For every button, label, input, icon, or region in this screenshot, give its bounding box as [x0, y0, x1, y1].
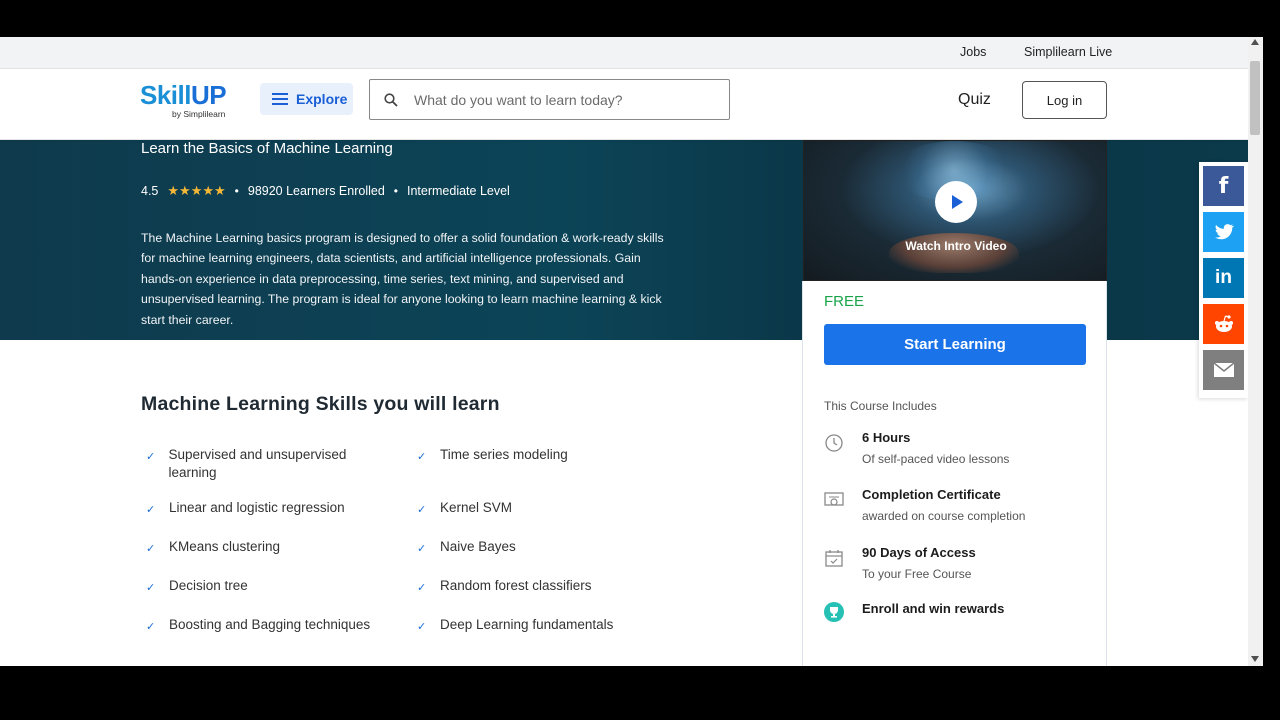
quiz-link[interactable]: Quiz	[958, 91, 991, 109]
skill-item: ✓ KMeans clustering	[146, 538, 280, 558]
skill-label: Naive Bayes	[440, 539, 516, 554]
trophy-icon	[824, 602, 844, 622]
check-icon: ✓	[417, 504, 427, 516]
page-scrollbar[interactable]	[1248, 37, 1263, 666]
include-item: Completion Certificate awarded on course …	[824, 487, 1025, 523]
calendar-icon	[825, 550, 843, 567]
include-title: 6 Hours	[862, 430, 911, 445]
skill-label: Boosting and Bagging techniques	[169, 617, 371, 632]
course-meta: 4.5 ★★★★★ • 98920 Learners Enrolled • In…	[141, 183, 510, 199]
course-description: The Machine Learning basics program is d…	[141, 231, 664, 327]
browser-viewport: Jobs Simplilearn Live SkillUP by Simplil…	[0, 37, 1248, 666]
check-icon: ✓	[417, 621, 427, 633]
skill-label: Kernel SVM	[440, 500, 513, 515]
check-icon: ✓	[417, 451, 427, 463]
skill-item: ✓ Time series modeling	[417, 446, 568, 466]
price-label: FREE	[824, 293, 865, 310]
login-button[interactable]: Log in	[1022, 81, 1107, 119]
logo-subtitle: by Simplilearn	[172, 109, 226, 119]
skill-item: ✓ Deep Learning fundamentals	[417, 616, 613, 636]
facebook-icon: f	[1218, 173, 1229, 199]
linkedin-share-button[interactable]: in	[1203, 258, 1244, 298]
include-title: 90 Days of Access	[862, 545, 976, 560]
scrollbar-thumb[interactable]	[1250, 61, 1260, 135]
learners-count: 98920 Learners Enrolled	[247, 184, 385, 198]
social-share-bar: f in	[1199, 162, 1248, 398]
scroll-up-arrow-icon[interactable]	[1251, 39, 1259, 45]
skill-item: ✓ Supervised and unsupervised learning	[146, 446, 386, 482]
email-share-button[interactable]	[1203, 350, 1244, 390]
rating-stars-icon: ★★★★★	[167, 183, 226, 198]
include-item: 90 Days of Access To your Free Course	[824, 545, 976, 581]
skill-label: Linear and logistic regression	[169, 500, 345, 515]
reddit-icon	[1214, 315, 1233, 332]
check-icon: ✓	[146, 543, 156, 555]
skill-item: ✓ Kernel SVM	[417, 499, 512, 519]
search-box[interactable]	[369, 79, 730, 120]
linkedin-icon: in	[1215, 267, 1232, 288]
include-subtitle: Of self-paced video lessons	[862, 452, 1010, 466]
include-subtitle: To your Free Course	[862, 567, 972, 581]
check-icon: ✓	[146, 582, 156, 594]
twitter-share-button[interactable]	[1203, 212, 1244, 252]
skillup-logo[interactable]: SkillUP by Simplilearn	[140, 80, 227, 119]
facebook-share-button[interactable]: f	[1203, 166, 1244, 206]
separator-dot: •	[393, 184, 398, 198]
explore-button[interactable]: Explore	[260, 83, 353, 115]
check-icon: ✓	[417, 582, 427, 594]
hamburger-menu-icon	[272, 93, 288, 105]
play-icon[interactable]	[935, 181, 977, 223]
include-subtitle: awarded on course completion	[862, 509, 1026, 523]
watch-intro-label: Watch Intro Video	[905, 239, 1007, 253]
search-icon	[384, 92, 398, 107]
logo-brand-text: Skill	[140, 80, 191, 110]
rating-value: 4.5	[141, 184, 159, 198]
search-input[interactable]	[414, 91, 714, 108]
explore-label: Explore	[296, 91, 348, 107]
skill-label: Decision tree	[169, 578, 248, 593]
skill-item: ✓ Linear and logistic regression	[146, 499, 345, 519]
start-learning-button[interactable]: Start Learning	[824, 324, 1086, 365]
skill-label: Supervised and unsupervised learning	[168, 447, 347, 480]
include-title: Enroll and win rewards	[862, 601, 1005, 616]
reddit-share-button[interactable]	[1203, 304, 1244, 344]
clock-icon	[825, 434, 843, 452]
skill-label: Time series modeling	[440, 447, 568, 462]
scroll-down-arrow-icon[interactable]	[1251, 656, 1259, 662]
includes-heading: This Course Includes	[824, 399, 937, 413]
include-title: Completion Certificate	[862, 487, 1001, 502]
logo-up-text: UP	[190, 80, 227, 110]
check-icon: ✓	[417, 543, 427, 555]
skill-label: KMeans clustering	[169, 539, 281, 554]
skill-item: ✓ Decision tree	[146, 577, 248, 597]
check-icon: ✓	[146, 504, 156, 516]
course-level: Intermediate Level	[406, 184, 510, 198]
skill-item: ✓ Boosting and Bagging techniques	[146, 616, 370, 636]
email-icon	[1213, 363, 1234, 377]
check-icon: ✓	[146, 451, 156, 463]
skill-label: Random forest classifiers	[440, 578, 592, 593]
main-header: SkillUP by Simplilearn Explore Quiz Log …	[0, 69, 1248, 140]
separator-dot: •	[234, 184, 239, 198]
include-item: Enroll and win rewards	[824, 599, 1004, 622]
intro-video-thumbnail[interactable]: Watch Intro Video	[803, 140, 1107, 281]
course-tagline: Learn the Basics of Machine Learning	[141, 140, 393, 157]
skill-label: Deep Learning fundamentals	[440, 617, 614, 632]
twitter-icon	[1214, 223, 1234, 239]
jobs-link[interactable]: Jobs	[960, 45, 986, 59]
skill-item: ✓ Random forest classifiers	[417, 577, 592, 597]
skill-item: ✓ Naive Bayes	[417, 538, 516, 558]
check-icon: ✓	[146, 621, 156, 633]
simplilearn-live-link[interactable]: Simplilearn Live	[1024, 45, 1112, 59]
certificate-icon	[824, 492, 844, 506]
include-item: 6 Hours Of self-paced video lessons	[824, 430, 1009, 466]
skills-heading: Machine Learning Skills you will learn	[141, 393, 500, 415]
top-utility-bar: Jobs Simplilearn Live	[0, 37, 1248, 69]
enroll-card: FREE Start Learning This Course Includes…	[802, 281, 1107, 666]
